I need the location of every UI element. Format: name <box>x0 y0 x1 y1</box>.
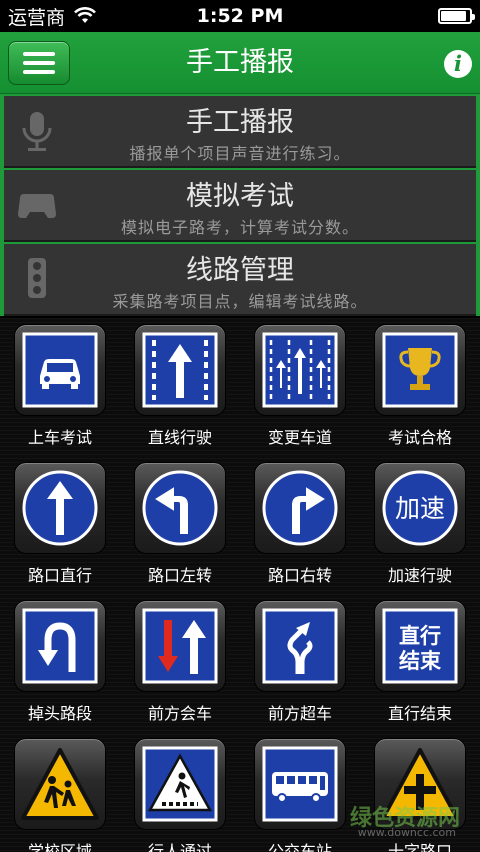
grid-item-label: 加速行驶 <box>387 566 452 585</box>
lane-change-sign-icon <box>254 324 346 416</box>
status-time: 1:52 PM <box>196 5 284 27</box>
watermark-url: www.downcc.com <box>357 826 456 839</box>
oncoming-traffic-sign-icon <box>134 600 226 692</box>
dropdown-menu: 手工播报 播报单个项目声音进行练习。 模拟考试 模拟电子路考，计算考试分数。 线… <box>0 94 480 316</box>
page-title: 手工播报 <box>186 47 294 78</box>
bus-stop-sign-icon <box>254 738 346 830</box>
pedestrian-crossing-sign-icon <box>134 738 226 830</box>
grid-item-label: 掉头路段 <box>27 704 92 723</box>
grid-item-oncoming[interactable]: 前方会车 <box>132 600 228 724</box>
battery-level <box>441 11 467 21</box>
menu-item-route-management[interactable]: 线路管理 采集路考项目点，编辑考试线路。 <box>4 244 476 316</box>
status-bar: 运营商 1:52 PM <box>0 0 480 32</box>
grid-item-label: 直线行驶 <box>147 428 212 447</box>
grid-item-lane-change[interactable]: 变更车道 <box>252 324 348 448</box>
sign-text-line-1: 直行 <box>399 624 441 648</box>
menu-item-title: 模拟考试 <box>186 181 294 212</box>
grid-item-accelerate[interactable]: 加速 加速行驶 <box>372 462 468 586</box>
nav-bar: 手工播报 i <box>0 32 480 94</box>
menu-item-title: 线路管理 <box>186 255 294 286</box>
grid-item-label: 上车考试 <box>27 428 92 447</box>
menu-item-title: 手工播报 <box>186 107 294 138</box>
grid-item-junction-right[interactable]: 路口右转 <box>252 462 348 586</box>
grid-item-u-turn[interactable]: 掉头路段 <box>12 600 108 724</box>
sign-text: 加速 <box>395 494 445 523</box>
menu-item-subtitle: 采集路考项目点，编辑考试线路。 <box>112 292 368 311</box>
car-sign-icon <box>14 324 106 416</box>
menu-item-mock-exam[interactable]: 模拟考试 模拟电子路考，计算考试分数。 <box>4 170 476 242</box>
school-zone-sign-icon <box>14 738 106 830</box>
right-turn-sign-icon <box>254 462 346 554</box>
grid-item-label: 路口直行 <box>27 566 92 585</box>
grid-item-exam-passed[interactable]: 考试合格 <box>372 324 468 448</box>
grid-item-label: 行人通过 <box>147 842 212 852</box>
info-icon[interactable]: i <box>444 50 472 78</box>
grid-item-label: 十字路口 <box>387 842 452 852</box>
grid-item-bus-stop[interactable]: 公交车站 <box>252 738 348 852</box>
grid-item-label: 学校区域 <box>27 842 92 852</box>
grid-item-junction-straight[interactable]: 路口直行 <box>12 462 108 586</box>
straight-arrow-sign-icon <box>14 462 106 554</box>
item-grid: 上车考试 直线行驶 变更车道 考试合格 路口直行 路口左转 路口右转 加速 加速… <box>0 318 480 852</box>
grid-item-label: 直行结束 <box>387 704 452 723</box>
menu-item-subtitle: 模拟电子路考，计算考试分数。 <box>120 218 359 237</box>
battery-icon <box>438 8 475 24</box>
grid-item-label: 前方超车 <box>267 704 332 723</box>
u-turn-sign-icon <box>14 600 106 692</box>
left-turn-sign-icon <box>134 462 226 554</box>
straight-lane-sign-icon <box>134 324 226 416</box>
grid-item-school-zone[interactable]: 学校区域 <box>12 738 108 852</box>
grid-item-label: 路口左转 <box>147 566 212 585</box>
grid-item-pedestrian[interactable]: 行人通过 <box>132 738 228 852</box>
straight-end-sign-icon: 直行 结束 <box>374 600 466 692</box>
grid-item-straight-end[interactable]: 直行 结束 直行结束 <box>372 600 468 724</box>
status-right <box>438 8 475 24</box>
grid-item-boarding[interactable]: 上车考试 <box>12 324 108 448</box>
grid-item-overtake[interactable]: 前方超车 <box>252 600 348 724</box>
sign-text-line-2: 结束 <box>399 649 442 673</box>
trophy-sign-icon <box>374 324 466 416</box>
overtake-sign-icon <box>254 600 346 692</box>
grid-item-label: 路口右转 <box>267 566 332 585</box>
grid-item-junction-left[interactable]: 路口左转 <box>132 462 228 586</box>
grid-item-straight-driving[interactable]: 直线行驶 <box>132 324 228 448</box>
menu-item-subtitle: 播报单个项目声音进行练习。 <box>129 144 351 163</box>
accelerate-sign-icon: 加速 <box>374 462 466 554</box>
grid-item-label: 考试合格 <box>387 428 452 447</box>
grid-item-label: 前方会车 <box>147 704 212 723</box>
grid-item-label: 公交车站 <box>267 842 332 852</box>
menu-item-manual-broadcast[interactable]: 手工播报 播报单个项目声音进行练习。 <box>4 96 476 168</box>
grid-item-label: 变更车道 <box>267 428 332 447</box>
